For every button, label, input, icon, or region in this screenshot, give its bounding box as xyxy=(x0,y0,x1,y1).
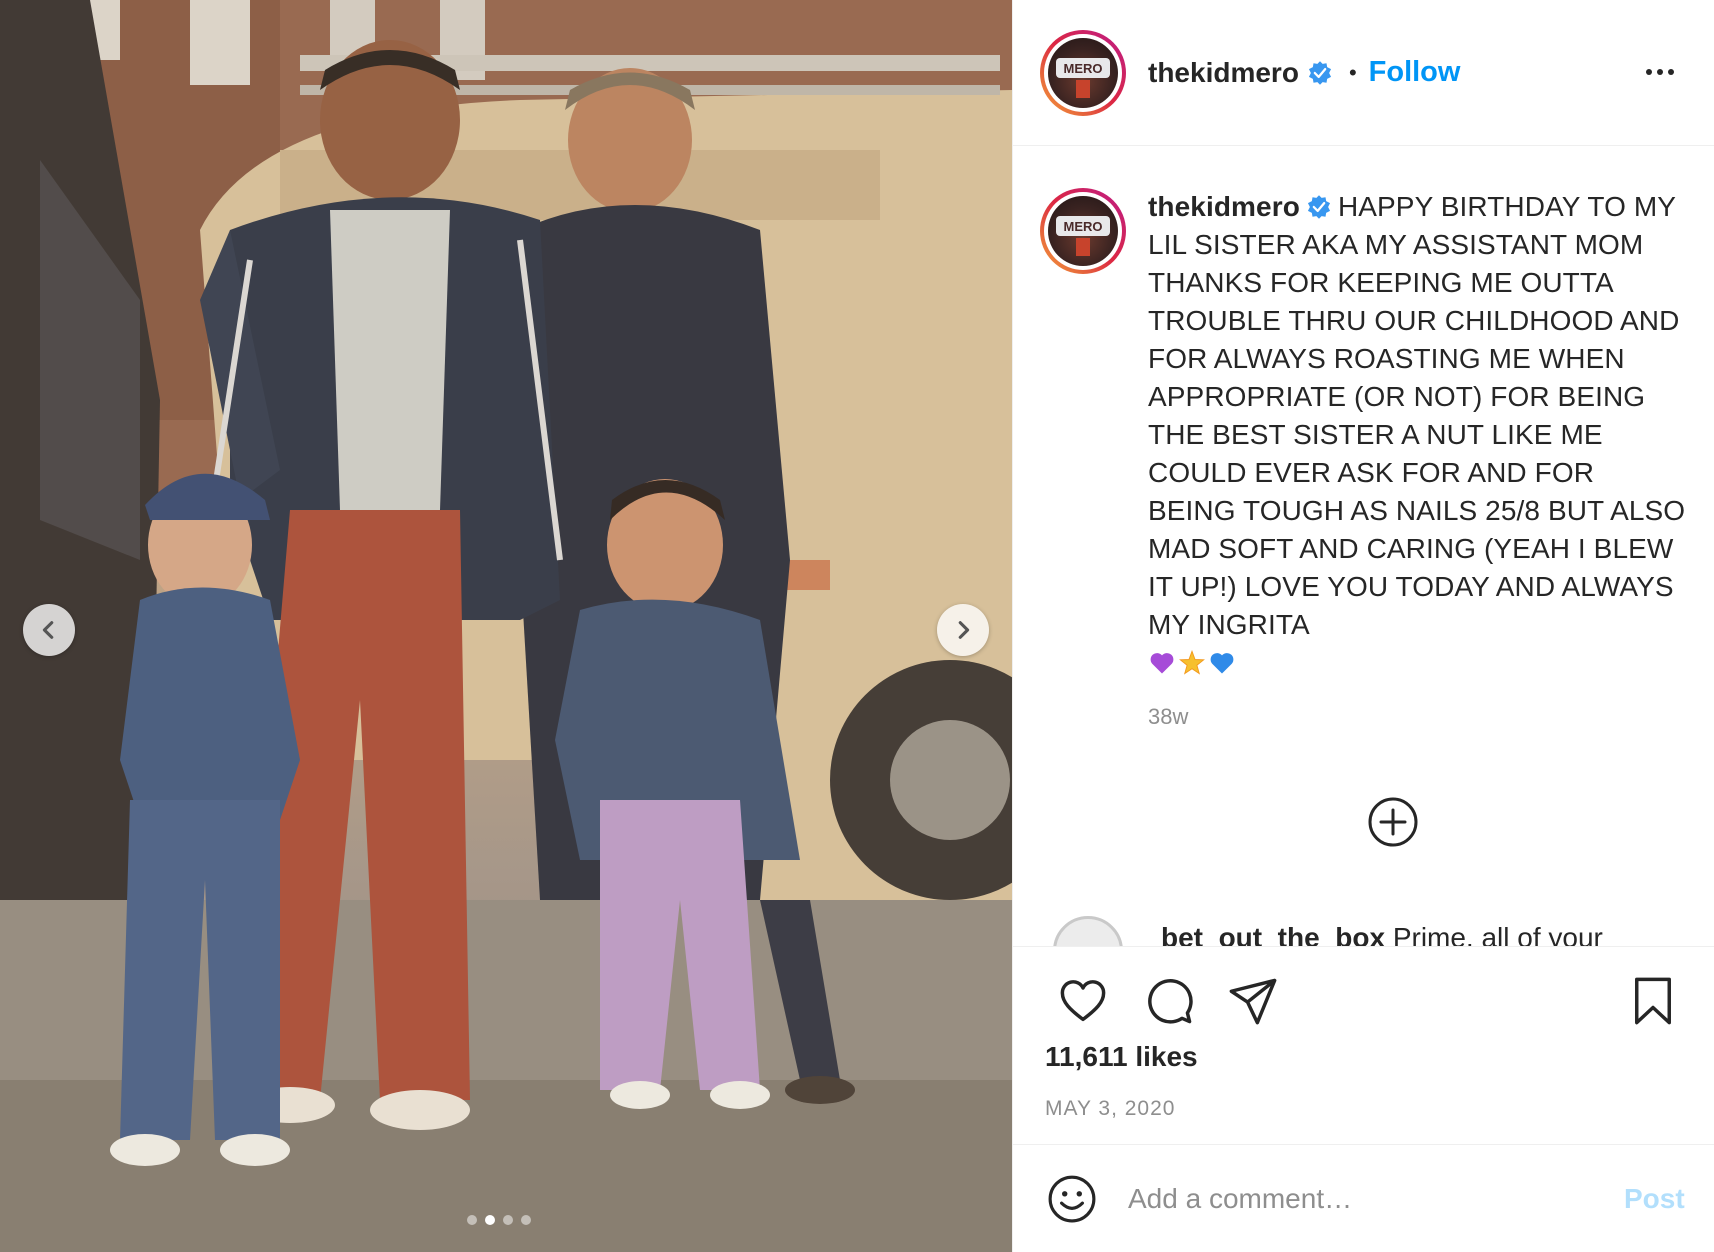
post-media xyxy=(0,0,1012,1252)
follow-button[interactable]: Follow xyxy=(1369,56,1461,89)
carousel-indicator xyxy=(467,1215,531,1225)
comment-composer: Post xyxy=(1013,1144,1714,1252)
purple-heart-icon xyxy=(1150,653,1174,674)
plus-circle-icon[interactable] xyxy=(1367,796,1419,848)
glowing-star-icon xyxy=(1179,649,1205,675)
svg-text:MERO: MERO xyxy=(1064,219,1103,234)
svg-text:MERO: MERO xyxy=(1064,61,1103,76)
comment-body: Prime, all of your xyxy=(1392,922,1603,946)
carousel-dot xyxy=(503,1215,513,1225)
post-side-panel: MERO thekidmero • Follow MERO thekidmero… xyxy=(1012,0,1714,1252)
comment-text: bet_out_the_box Prime, all of your xyxy=(1161,922,1603,946)
caption-emojis xyxy=(1148,644,1688,682)
avatar-graffiti-logo: MERO xyxy=(1056,57,1110,98)
chevron-left-icon xyxy=(42,621,54,639)
blue-heart-icon xyxy=(1210,653,1234,674)
commenter-avatar[interactable] xyxy=(1053,916,1123,946)
emoji-button[interactable] xyxy=(1046,1173,1098,1225)
comment-icon xyxy=(1148,979,1193,1024)
author-username[interactable]: thekidmero xyxy=(1148,57,1299,89)
instagram-post: MERO thekidmero • Follow MERO thekidmero… xyxy=(0,0,1714,1252)
caption-text-block: thekidmero HAPPY BIRTHDAY TO MY LIL SIST… xyxy=(1148,188,1688,644)
avatar-frame: MERO xyxy=(1044,192,1122,270)
comment-item: bet_out_the_box Prime, all of your xyxy=(1053,916,1603,946)
comment-input[interactable] xyxy=(1128,1173,1598,1224)
post-date[interactable]: MAY 3, 2020 xyxy=(1045,1097,1175,1121)
caption-body: thekidmero HAPPY BIRTHDAY TO MY LIL SIST… xyxy=(1148,188,1688,730)
heart-icon xyxy=(1060,980,1106,1022)
share-button[interactable] xyxy=(1225,973,1281,1029)
avatar-image: MERO xyxy=(1048,196,1118,266)
caption-username[interactable]: thekidmero xyxy=(1148,191,1300,222)
carousel-prev-button[interactable] xyxy=(23,604,75,656)
carousel-dot-active xyxy=(485,1215,495,1225)
comments-section[interactable]: MERO thekidmero HAPPY BIRTHDAY TO MY LIL… xyxy=(1013,146,1714,946)
like-button[interactable] xyxy=(1055,973,1111,1029)
caption-text: HAPPY BIRTHDAY TO MY LIL SISTER AKA MY A… xyxy=(1148,191,1686,640)
author-avatar[interactable]: MERO xyxy=(1040,29,1126,116)
save-button[interactable] xyxy=(1625,973,1681,1029)
caption-comment: MERO thekidmero HAPPY BIRTHDAY TO MY LIL… xyxy=(1040,188,1688,730)
post-header: MERO thekidmero • Follow xyxy=(1013,0,1714,146)
likes-count[interactable]: 11,611 likes xyxy=(1045,1041,1198,1073)
more-dot xyxy=(1657,69,1663,75)
caption-author-avatar[interactable]: MERO xyxy=(1040,188,1126,274)
caption-timestamp[interactable]: 38w xyxy=(1148,704,1688,730)
post-comment-button[interactable]: Post xyxy=(1624,1183,1685,1215)
comment-button[interactable] xyxy=(1141,973,1197,1029)
chevron-right-icon xyxy=(958,621,970,639)
share-icon xyxy=(1229,978,1277,1025)
avatar-frame: MERO xyxy=(1044,33,1122,112)
more-dot xyxy=(1668,69,1674,75)
bookmark-icon xyxy=(1635,977,1671,1025)
post-actions: 11,611 likes MAY 3, 2020 xyxy=(1013,946,1714,1144)
carousel-dot xyxy=(521,1215,531,1225)
post-photo xyxy=(0,0,1012,1252)
avatar-graffiti-logo: MERO xyxy=(1056,216,1110,256)
carousel-dot xyxy=(467,1215,477,1225)
header-separator: • xyxy=(1348,59,1357,85)
more-dot xyxy=(1646,69,1652,75)
verified-badge-icon xyxy=(1308,60,1331,85)
carousel-next-button[interactable] xyxy=(937,604,989,656)
avatar-image: MERO xyxy=(1048,37,1118,108)
more-options-icon[interactable] xyxy=(1638,57,1682,87)
smiley-icon xyxy=(1048,1175,1096,1222)
commenter-username[interactable]: bet_out_the_box xyxy=(1161,922,1385,946)
verified-badge-icon xyxy=(1307,195,1330,219)
